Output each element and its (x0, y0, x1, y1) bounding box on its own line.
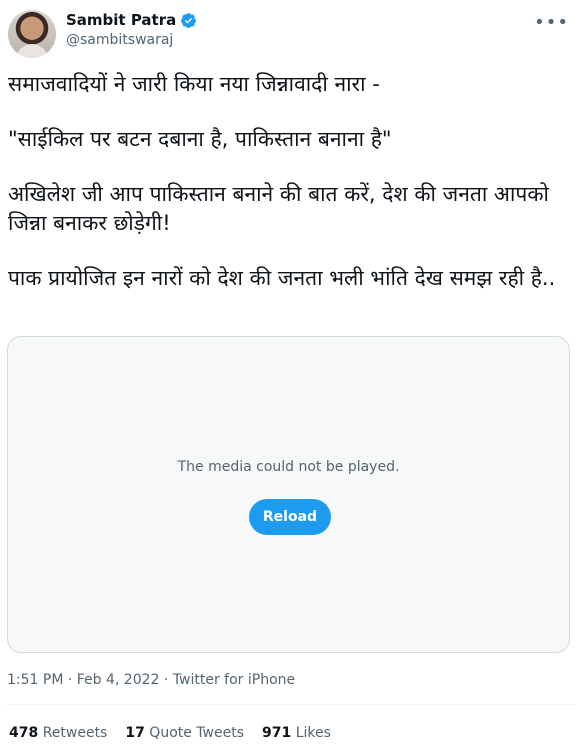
divider (7, 704, 576, 705)
retweets-stat[interactable]: 478 Retweets (9, 725, 107, 741)
tweet-line-2: "साईकिल पर बटन दबाना है, पाकिस्तान बनाना… (8, 127, 392, 151)
media-container: The media could not be played. Reload (7, 336, 570, 653)
quote-tweets-stat[interactable]: 17 Quote Tweets (125, 725, 244, 741)
author-name[interactable]: Sambit Patra (66, 11, 176, 29)
avatar[interactable] (8, 10, 56, 58)
quotes-count: 17 (125, 725, 145, 741)
tweet-stats: 478 Retweets 17 Quote Tweets 971 Likes (9, 725, 331, 741)
author-handle[interactable]: @sambitswaraj (66, 32, 173, 48)
tweet-line-4: पाक प्रायोजित इन नारों को देश की जनता भल… (8, 266, 556, 290)
likes-count: 971 (262, 725, 292, 741)
reload-button[interactable]: Reload (249, 499, 331, 535)
retweets-count: 478 (9, 725, 39, 741)
avatar-shirt (16, 44, 48, 58)
tweet-text: समाजवादियों ने जारी किया नया जिन्नावादी … (8, 70, 568, 319)
media-error-message: The media could not be played. (177, 459, 400, 475)
tweet-line-1: समाजवादियों ने जारी किया नया जिन्नावादी … (8, 72, 380, 96)
likes-label: Likes (295, 725, 331, 741)
tweet-timestamp[interactable]: 1:51 PM · Feb 4, 2022 · Twitter for iPho… (7, 672, 295, 688)
tweet-line-3: अखिलेश जी आप पाकिस्तान बनाने की बात करें… (8, 182, 549, 235)
author-row: Sambit Patra (66, 11, 197, 29)
quotes-label: Quote Tweets (149, 725, 245, 741)
verified-badge-icon (181, 12, 197, 28)
retweets-label: Retweets (42, 725, 108, 741)
likes-stat[interactable]: 971 Likes (262, 725, 331, 741)
more-options-icon[interactable]: ••• (534, 14, 569, 32)
